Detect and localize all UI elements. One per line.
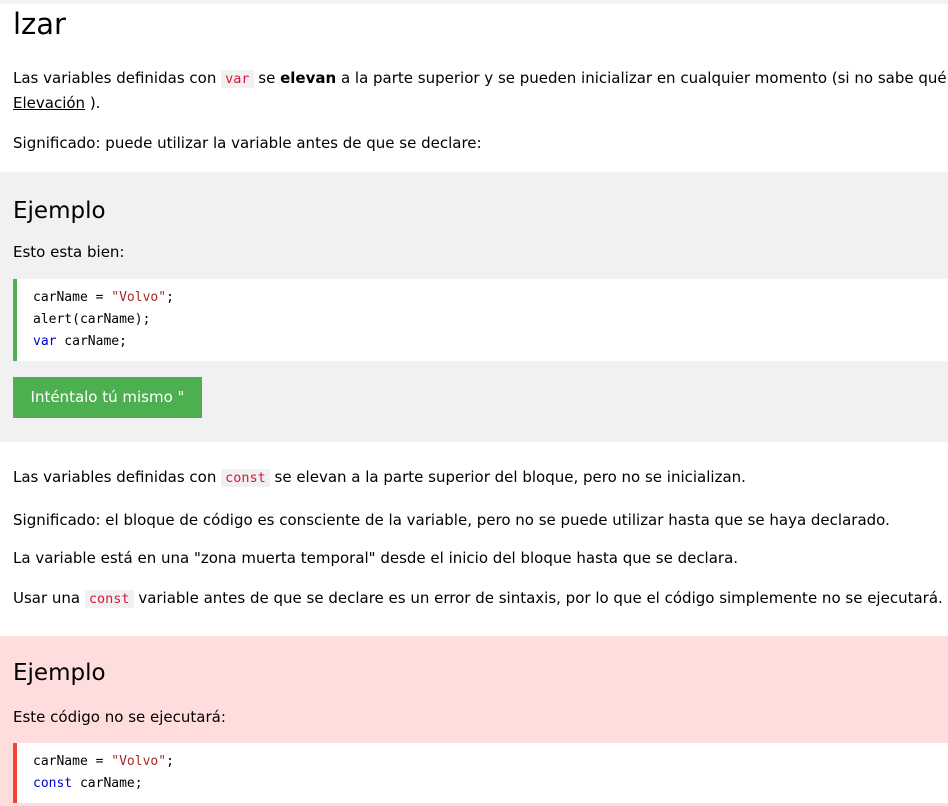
middle-section: Las variables definidas con const se ele… <box>13 465 948 611</box>
example-box-2: Ejemplo Este código no se ejecutará: car… <box>0 636 948 806</box>
intro-paragraph-1-cont: Elevación ). <box>13 94 101 112</box>
example-title: Ejemplo <box>13 660 106 686</box>
middle-paragraph-4: Usar una const variable antes de que se … <box>13 589 943 608</box>
code-line: alert(carName); <box>33 312 151 327</box>
code-example: carName = "Volvo"; alert(carName); var c… <box>13 279 948 361</box>
example-title: Ejemplo <box>13 198 106 224</box>
intro-paragraph-2: Significado: puede utilizar la variable … <box>13 134 482 152</box>
inline-code-var: var <box>221 70 254 88</box>
middle-paragraph-3: La variable está en una "zona muerta tem… <box>13 549 739 567</box>
intro-paragraph-1: Las variables definidas con var se eleva… <box>13 69 948 88</box>
page-title: lzar <box>13 7 66 41</box>
inline-code-const: const <box>221 469 270 487</box>
example-description: Este código no se ejecutará: <box>13 708 226 726</box>
code-example: carName = "Volvo"; const carName; <box>13 743 948 803</box>
strong-text: elevan <box>280 69 337 87</box>
example-description: Esto esta bien: <box>13 243 125 261</box>
code-line: const carName; <box>33 776 143 791</box>
inline-code-const: const <box>84 590 134 608</box>
article-content: lzar Las variables definidas con var se … <box>0 4 948 155</box>
code-line: carName = "Volvo"; <box>33 754 174 769</box>
try-it-yourself-button[interactable]: Inténtalo tú mismo " <box>13 377 202 418</box>
code-line: var carName; <box>33 334 127 349</box>
code-line: carName = "Volvo"; <box>33 290 174 305</box>
middle-paragraph-1: Las variables definidas con const se ele… <box>13 468 746 487</box>
example-box-1: Ejemplo Esto esta bien: carName = "Volvo… <box>0 172 948 442</box>
middle-paragraph-2: Significado: el bloque de código es cons… <box>13 511 890 529</box>
hoisting-link[interactable]: Elevación <box>13 94 85 112</box>
